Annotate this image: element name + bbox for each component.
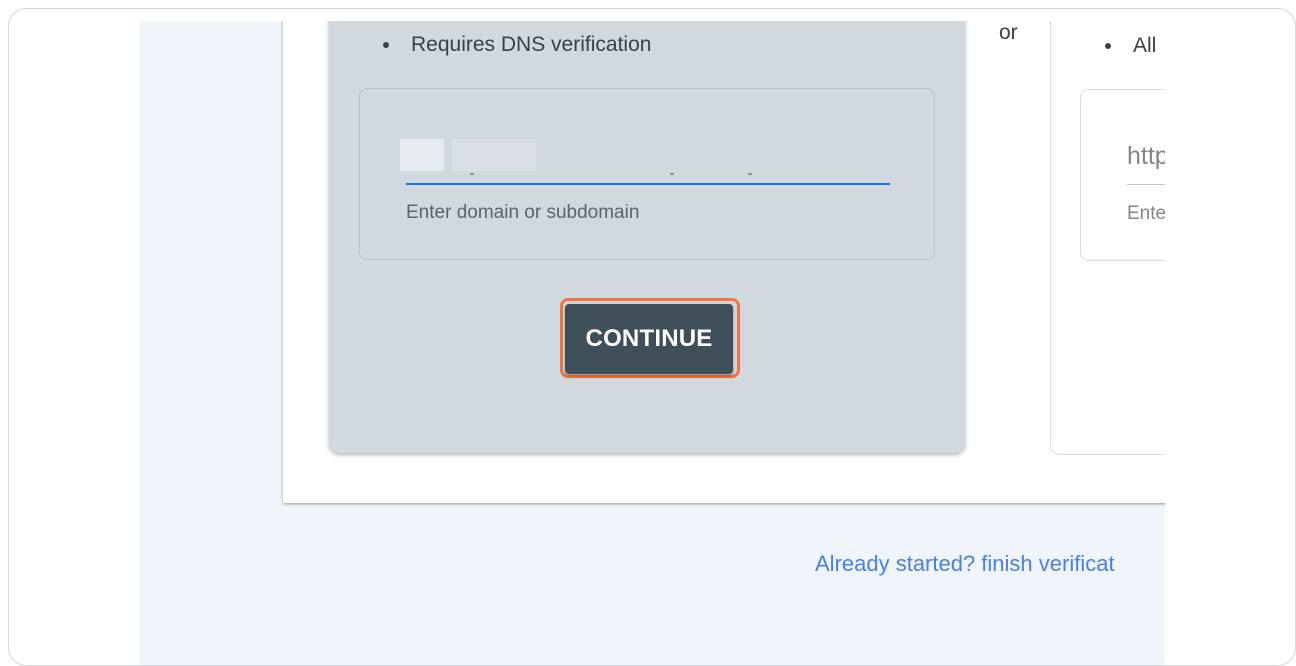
url-prefix-input-underline [1127, 184, 1165, 185]
or-separator: or [999, 21, 1018, 44]
redacted-text-block [452, 139, 536, 171]
redacted-text-block [400, 139, 444, 171]
domain-input-container[interactable]: Enter domain or subdomain [359, 88, 935, 260]
domain-requirement-text: Requires DNS verification [411, 33, 652, 56]
url-prefix-input-helper: Ente [1127, 203, 1165, 224]
url-prefix-input-container[interactable]: http Ente [1080, 89, 1165, 261]
bullet-dot-icon [1105, 43, 1111, 49]
domain-input-field[interactable] [406, 183, 890, 185]
url-prefix-input-field[interactable]: http [1127, 142, 1165, 171]
finish-verification-link[interactable]: Already started? finish verificat [815, 551, 1115, 577]
redacted-text-block [748, 173, 752, 175]
redacted-text-block [470, 173, 474, 175]
continue-button[interactable]: CONTINUE [565, 304, 733, 374]
redacted-text-block [670, 173, 674, 175]
url-prefix-property-panel[interactable]: All http Ente [1050, 21, 1165, 455]
domain-requirement-bullet: Requires DNS verification [383, 33, 651, 57]
domain-input-helper: Enter domain or subdomain [406, 202, 640, 223]
bullet-dot-icon [383, 42, 389, 48]
url-prefix-requirement-bullet: All [1105, 34, 1156, 58]
url-prefix-requirement-text: All [1133, 34, 1157, 57]
page-viewport: Requires DNS verification Enter domain o… [139, 21, 1165, 665]
screenshot-frame: Requires DNS verification Enter domain o… [8, 8, 1296, 666]
domain-property-panel[interactable]: Requires DNS verification Enter domain o… [329, 21, 965, 453]
